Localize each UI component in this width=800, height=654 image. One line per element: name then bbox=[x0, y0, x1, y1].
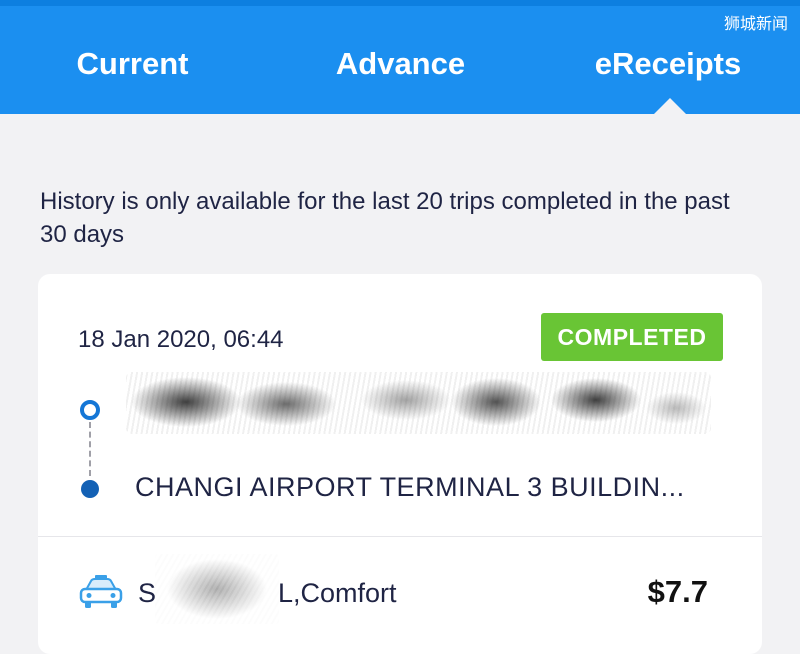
status-badge: COMPLETED bbox=[541, 313, 723, 361]
vehicle-suffix: L,Comfort bbox=[278, 578, 397, 608]
tab-ereceipts[interactable]: eReceipts bbox=[578, 44, 758, 84]
watermark: 狮城新闻 bbox=[723, 16, 788, 33]
trip-datetime: 18 Jan 2020, 06:44 bbox=[78, 326, 284, 353]
dropoff-address: CHANGI AIRPORT TERMINAL 3 BUILDIN... bbox=[135, 472, 685, 502]
tab-advance[interactable]: Advance bbox=[318, 44, 483, 84]
trip-card[interactable]: 18 Jan 2020, 06:44 COMPLETED CHANGI AIRP… bbox=[38, 274, 762, 654]
dropoff-dot-icon bbox=[81, 480, 99, 498]
status-strip bbox=[0, 0, 800, 6]
vehicle-prefix: S bbox=[138, 578, 157, 608]
pickup-dot-icon bbox=[80, 400, 100, 420]
tab-current[interactable]: Current bbox=[50, 44, 215, 84]
card-divider bbox=[38, 536, 762, 537]
route-connector bbox=[89, 422, 91, 476]
history-notice: History is only available for the last 2… bbox=[40, 188, 730, 248]
taxi-icon bbox=[79, 575, 123, 608]
selected-tab-indicator bbox=[654, 98, 686, 114]
top-tab-bar: 狮城新闻 Current Advance eReceipts bbox=[0, 0, 800, 114]
pickup-address-redacted bbox=[126, 372, 711, 434]
trip-fare: $7.7 bbox=[647, 574, 708, 609]
vehicle-redacted bbox=[155, 554, 279, 624]
